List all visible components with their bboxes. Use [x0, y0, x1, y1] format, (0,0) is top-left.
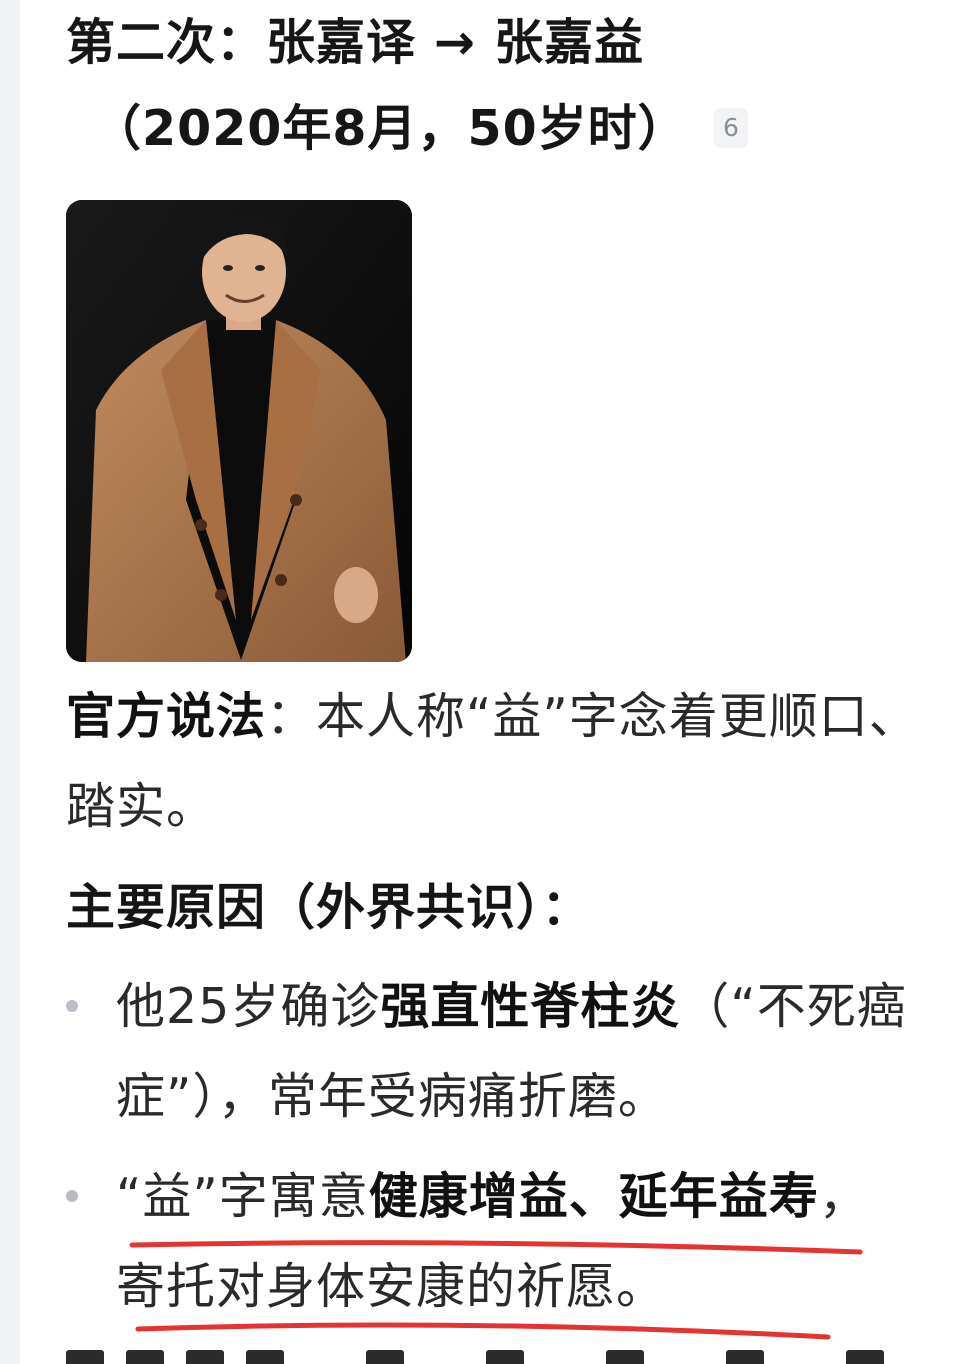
highlight-term: 健康增益、延年益寿 — [368, 1168, 819, 1225]
highlight-term: 强直性脊柱炎 — [380, 978, 681, 1035]
list-item-text: 他25岁确诊强直性脊柱炎（“不死癌症”），常年受病痛折磨。 — [116, 978, 907, 1125]
official-explanation: 官方说法：本人称“益”字念着更顺口、踏实。 — [66, 672, 926, 852]
bullet-dot — [66, 1190, 78, 1202]
portrait-illustration — [66, 200, 412, 662]
section-title: 第二次：张嘉译 → 张嘉益 — [66, 14, 645, 71]
list-item: “益”字寓意健康增益、延年益寿，寄托对身体安康的祈愿。 — [66, 1152, 916, 1332]
portrait-photo[interactable] — [66, 200, 412, 662]
bullet-dot — [66, 1000, 78, 1012]
reference-badge[interactable]: 6 — [714, 108, 748, 148]
list-item-text: “益”字寓意健康增益、延年益寿，寄托对身体安康的祈愿。 — [116, 1168, 869, 1315]
left-margin-strip — [0, 0, 20, 1364]
official-label: 官方说法 — [66, 688, 267, 745]
truncated-next-line — [66, 1350, 926, 1364]
reasons-heading: 主要原因（外界共识）： — [66, 879, 592, 936]
section-subtitle-date: （2020年8月，50岁时） — [92, 100, 688, 157]
list-item: 他25岁确诊强直性脊柱炎（“不死癌症”），常年受病痛折磨。 — [66, 962, 916, 1142]
